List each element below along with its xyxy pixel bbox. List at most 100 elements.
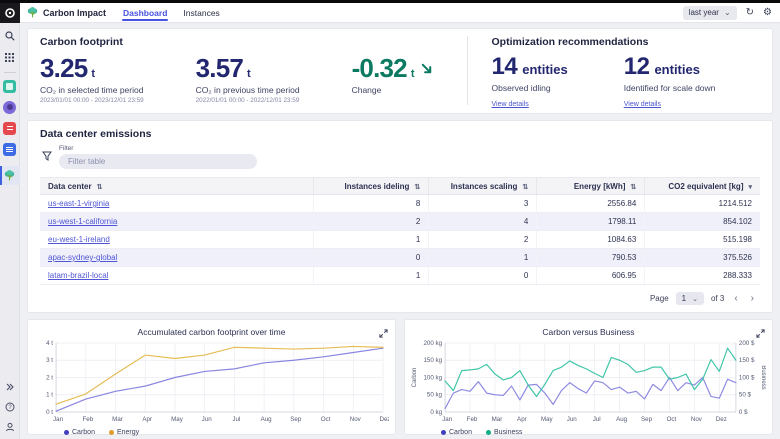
opt-unit: entities	[654, 62, 700, 77]
column-header[interactable]: Data center ⇅	[40, 177, 315, 195]
svg-text:4 t: 4 t	[46, 340, 53, 347]
carbon-impact-tree-icon	[27, 7, 38, 18]
cell-instances-idling: 0	[313, 248, 430, 267]
view-details-link[interactable]: View details	[492, 101, 529, 108]
kpi-value: 3.25	[40, 53, 88, 83]
cell-data-center: eu-west-1-ireland	[40, 230, 315, 249]
sort-icon[interactable]: ⇅	[630, 184, 636, 191]
settings-gear-icon[interactable]: ⚙	[763, 7, 772, 18]
kpi-label: CO₂ in previous time period	[195, 85, 300, 95]
legend-item-energy[interactable]: Energy	[108, 429, 139, 436]
time-range-select[interactable]: last year ⌄	[682, 5, 737, 20]
cell-instances-scaling: 1	[428, 248, 538, 267]
filter-table-input[interactable]	[59, 154, 257, 169]
sort-icon[interactable]: ⇅	[414, 184, 420, 191]
time-range-value: last year	[688, 8, 719, 17]
data-center-link[interactable]: latam-brazil-local	[48, 271, 108, 280]
svg-text:Jan: Jan	[53, 416, 64, 423]
optimization-section: Optimization recommendations 14 entities…	[491, 36, 716, 108]
refresh-icon[interactable]: ↻	[746, 7, 754, 18]
help-icon[interactable]: ?	[2, 399, 18, 415]
legend-item-carbon[interactable]: Carbon	[64, 429, 95, 436]
svg-text:Oct: Oct	[321, 416, 331, 423]
sort-icon[interactable]: ⇅	[522, 184, 528, 191]
legend-item-carbon[interactable]: Carbon	[441, 429, 472, 436]
data-center-link[interactable]: us-east-1-virginia	[48, 199, 109, 208]
sort-icon[interactable]: ⇅	[97, 184, 103, 191]
svg-text:Sep: Sep	[290, 416, 302, 423]
kpi-value: -0.32	[351, 53, 408, 83]
column-header[interactable]: Instances scaling ⇅	[428, 177, 538, 195]
page-label: Page	[649, 294, 669, 303]
kpi-value: 3.57	[195, 53, 244, 83]
expand-chart-icon[interactable]	[756, 325, 765, 343]
svg-text:50 $: 50 $	[739, 392, 752, 399]
app-title: Carbon Impact	[43, 7, 107, 18]
data-center-link[interactable]: apac-sydney-global	[48, 253, 117, 262]
sort-desc-icon[interactable]: ▾	[748, 184, 752, 191]
prev-page-icon[interactable]: ‹	[731, 293, 740, 304]
legend-label: Carbon	[72, 429, 95, 436]
chart-legend: Carbon Business	[441, 429, 766, 436]
expand-chart-icon[interactable]	[379, 325, 388, 343]
svg-text:Aug: Aug	[261, 416, 273, 423]
kpi-period: 2023/01/01 00:00 - 2023/12/01 23:59	[40, 97, 144, 104]
cell-co2: 854.102	[644, 212, 760, 231]
app-grid-icon[interactable]	[2, 49, 18, 65]
app-window: ? Carbon Impact Dashboard Instances last…	[0, 0, 780, 439]
product-logo[interactable]	[0, 3, 20, 23]
column-header[interactable]: CO2 equivalent [kg] ▾	[644, 177, 760, 195]
user-profile-icon[interactable]	[2, 419, 18, 435]
carbon-impact-app-active[interactable]	[0, 166, 20, 185]
cell-co2: 1214.512	[644, 194, 760, 213]
kpi-label: CO₂ in selected time period	[40, 85, 144, 95]
nav-tabs: Dashboard Instances	[122, 3, 221, 23]
opt-card-scale-down: 12 entities Identified for scale down Vi…	[624, 55, 716, 111]
svg-text:Jun: Jun	[567, 416, 578, 423]
optimization-title: Optimization recommendations	[491, 36, 649, 48]
tab-dashboard[interactable]: Dashboard	[122, 4, 169, 22]
app-tile-blue-icon[interactable]	[2, 141, 18, 157]
data-center-link[interactable]: us-west-1-california	[48, 217, 117, 226]
tab-instances[interactable]: Instances	[182, 4, 220, 22]
filter-funnel-icon[interactable]	[42, 148, 52, 169]
svg-text:2 t: 2 t	[46, 375, 53, 382]
kpi-unit: t	[410, 68, 415, 80]
trend-down-arrow-icon	[421, 63, 431, 73]
data-center-link[interactable]: eu-west-1-ireland	[48, 235, 110, 244]
emissions-table-title: Data center emissions	[40, 128, 152, 140]
svg-text:100 kg: 100 kg	[423, 375, 442, 382]
chart-title: Accumulated carbon footprint over time	[137, 327, 286, 337]
view-details-link[interactable]: View details	[624, 101, 661, 108]
page-current: 1	[681, 294, 687, 303]
search-icon[interactable]	[2, 28, 18, 44]
svg-text:Mar: Mar	[492, 416, 503, 423]
chevron-down-icon: ⌄	[723, 8, 731, 17]
svg-text:Mar: Mar	[112, 416, 123, 423]
svg-text:Nov: Nov	[350, 416, 362, 423]
svg-text:Feb: Feb	[467, 416, 478, 423]
line-chart-canvas: Jan Feb Mar Apr May Jun Jul Aug Sep Oct Nov Dez 0 t 1…	[34, 338, 390, 429]
svg-text:Nov: Nov	[691, 416, 703, 423]
app-tile-purple-icon[interactable]	[2, 99, 18, 115]
app-tile-red-icon[interactable]	[2, 120, 18, 136]
svg-text:Jun: Jun	[202, 416, 213, 423]
cell-instances-scaling: 2	[428, 230, 538, 249]
column-header[interactable]: Instances ideling ⇅	[313, 177, 430, 195]
expand-rail-icon[interactable]	[2, 379, 18, 395]
chart-card-carbon-business: Carbon versus Business Jan Feb Mar Apr May Ju…	[404, 319, 773, 436]
cell-energy: 790.53	[536, 248, 646, 267]
rail-divider	[3, 72, 16, 73]
svg-text:1 t: 1 t	[46, 392, 53, 399]
data-center-emissions-card: Data center emissions Filter Data center…	[27, 120, 773, 313]
column-header[interactable]: Energy [kWh] ⇅	[536, 177, 646, 195]
cell-energy: 2556.84	[536, 194, 646, 213]
legend-item-business[interactable]: Business	[485, 429, 522, 436]
svg-text:Carbon: Carbon	[412, 368, 418, 388]
app-tile-teal-icon[interactable]	[2, 78, 18, 94]
svg-text:Sep: Sep	[641, 416, 653, 423]
page-number-select[interactable]: 1 ⌄	[675, 292, 704, 305]
opt-unit: entities	[522, 62, 568, 77]
svg-text:200 $: 200 $	[739, 340, 755, 347]
next-page-icon[interactable]: ›	[748, 293, 757, 304]
